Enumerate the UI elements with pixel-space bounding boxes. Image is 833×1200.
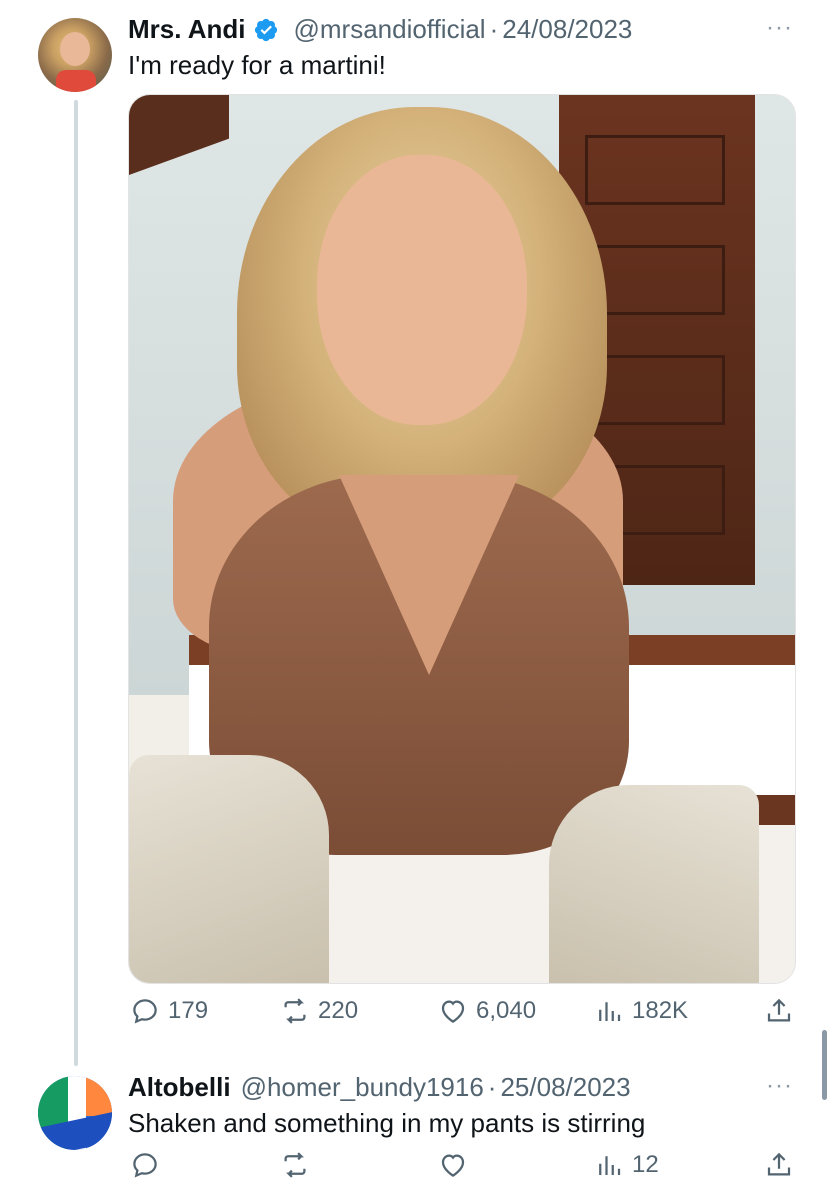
retweet-icon: [284, 1152, 306, 1178]
tweet-text: I'm ready for a martini!: [128, 50, 386, 80]
views-button[interactable]: 12: [594, 1150, 659, 1180]
author-name[interactable]: Mrs. Andi: [128, 14, 245, 45]
avatar-clothing: [56, 70, 96, 92]
verified-badge-icon: [255, 18, 278, 41]
author-handle[interactable]: @mrsandiofficial: [293, 14, 485, 45]
retweet-icon: [284, 998, 306, 1024]
retweet-count: 220: [318, 997, 359, 1024]
reply-button[interactable]: 179: [130, 996, 208, 1026]
photo-person-neckline: [339, 475, 519, 675]
reply-button[interactable]: [130, 1150, 160, 1180]
tweet-date[interactable]: 25/08/2023: [500, 1072, 630, 1103]
tweet-header: Mrs. Andi @mrsandiofficial · 24/08/2023: [128, 14, 632, 45]
like-button[interactable]: 6,040: [438, 996, 536, 1026]
avatar-face: [60, 32, 90, 66]
views-count: 182K: [632, 997, 689, 1024]
views-count: 12: [632, 1151, 659, 1178]
share-button[interactable]: [764, 1150, 794, 1180]
meta-separator: ·: [487, 1072, 497, 1102]
reply-icon: [133, 999, 157, 1024]
reply-count: 179: [168, 997, 209, 1024]
share-icon: [767, 998, 791, 1022]
heart-icon: [441, 1000, 465, 1023]
heart-icon: [441, 1154, 465, 1177]
like-button[interactable]: [438, 1150, 468, 1180]
photo-person-boot-left: [129, 755, 329, 983]
meta-separator: ·: [489, 14, 499, 44]
tweet-header: Altobelli @homer_bundy1916 · 25/08/2023: [128, 1072, 631, 1103]
avatar[interactable]: [38, 18, 112, 92]
views-chart-icon: [599, 1002, 621, 1021]
thread-connector-line: [74, 100, 78, 1066]
more-options-icon[interactable]: ···: [766, 14, 793, 42]
avatar-flag-stripe: [86, 1076, 112, 1116]
reply-icon: [133, 1153, 157, 1178]
photo-person-boot-right: [549, 785, 759, 983]
author-name[interactable]: Altobelli: [128, 1072, 231, 1103]
author-handle[interactable]: @homer_bundy1916: [241, 1072, 484, 1103]
like-count: 6,040: [476, 997, 537, 1024]
more-options-icon[interactable]: ···: [766, 1072, 793, 1100]
views-chart-icon: [599, 1156, 621, 1175]
avatar[interactable]: [38, 1076, 112, 1150]
share-icon: [767, 1152, 791, 1176]
share-button[interactable]: [764, 996, 794, 1026]
tweet-actions: 179 220 6,040 182K: [128, 996, 800, 1036]
retweet-button[interactable]: 220: [280, 996, 358, 1026]
views-button[interactable]: 182K: [594, 996, 688, 1026]
tweet-actions: 12: [128, 1150, 800, 1190]
tweet-media-image[interactable]: [128, 94, 796, 984]
tweet-text: Shaken and something in my pants is stir…: [128, 1108, 646, 1138]
photo-person-face: [317, 155, 527, 425]
scrollbar-thumb[interactable]: [822, 1030, 827, 1100]
retweet-button[interactable]: [280, 1150, 310, 1180]
photo-door-panel: [585, 135, 725, 205]
tweet-date[interactable]: 24/08/2023: [502, 14, 632, 45]
